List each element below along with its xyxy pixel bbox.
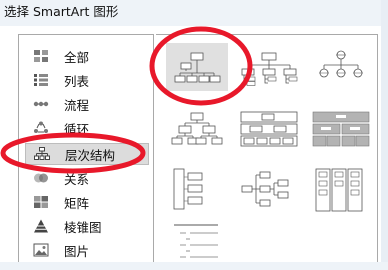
dialog-title: 选择 SmartArt 图形 (4, 4, 119, 19)
category-pyramid[interactable]: 棱锥图 (25, 215, 149, 237)
layout-hierarchy-list[interactable] (310, 165, 372, 213)
category-cycle[interactable]: 循环 (25, 117, 149, 139)
category-all[interactable]: 全部 (25, 45, 149, 67)
dialog-titlebar: 选择 SmartArt 图形 (0, 0, 388, 26)
matrix-icon (32, 194, 50, 210)
category-label-matrix: 矩阵 (64, 195, 90, 211)
category-hierarchy[interactable]: 层次结构 (25, 143, 149, 165)
list-icon (32, 72, 50, 88)
category-label-process: 流程 (64, 97, 90, 113)
category-matrix[interactable]: 矩阵 (25, 191, 149, 213)
layout-name-title-org-chart[interactable] (238, 43, 300, 91)
category-label-pyramid: 棱锥图 (64, 219, 102, 235)
layout-lined-list[interactable] (166, 221, 228, 263)
cycle-icon (32, 120, 50, 136)
category-label-picture: 图片 (64, 243, 90, 259)
layout-labeled-hierarchy[interactable] (238, 107, 300, 155)
window-edge-bottom (0, 262, 388, 270)
window-edge-right (381, 0, 388, 270)
pyramid-icon (32, 218, 50, 234)
hierarchy-icon (33, 146, 51, 162)
layout-horizontal-hierarchy[interactable] (166, 165, 228, 213)
layout-gallery[interactable] (156, 34, 378, 264)
layout-table-hierarchy[interactable] (310, 107, 372, 155)
category-label-cycle: 循环 (64, 121, 90, 137)
category-list-item[interactable]: 列表 (25, 69, 149, 91)
category-label-list: 列表 (64, 73, 90, 89)
process-icon (32, 96, 50, 112)
category-relationship[interactable]: 关系 (25, 167, 149, 189)
layout-hierarchy[interactable] (166, 107, 228, 155)
category-label-hierarchy: 层次结构 (65, 147, 116, 163)
all-icon (32, 48, 50, 64)
layout-org-chart[interactable] (166, 43, 228, 91)
category-label-all: 全部 (64, 49, 90, 65)
layout-circle-picture-hierarchy[interactable] (310, 43, 372, 91)
category-list[interactable]: 全部 列表 流程 循环 层次结构 关系 矩阵 棱锥图 图片 (18, 34, 154, 264)
category-picture[interactable]: 图片 (25, 239, 149, 261)
relationship-icon (32, 170, 50, 186)
picture-icon (32, 242, 50, 258)
category-process[interactable]: 流程 (25, 93, 149, 115)
category-label-relationship: 关系 (64, 171, 90, 187)
layout-horizontal-org-chart[interactable] (238, 165, 300, 213)
